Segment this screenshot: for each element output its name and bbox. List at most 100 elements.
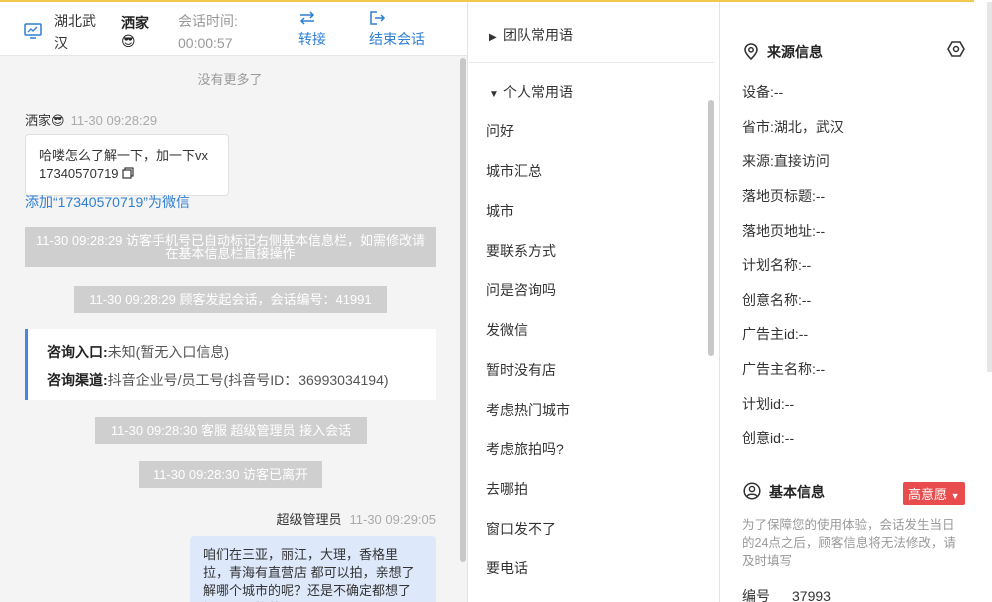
- copy-icon[interactable]: [122, 167, 134, 179]
- field-landing-url: 落地页地址:--: [742, 221, 825, 241]
- visitor-name: 洒家😎: [121, 15, 149, 49]
- phrase-item[interactable]: 考虑热门城市: [486, 400, 570, 420]
- visitor-message-bubble: 哈喽怎么了解一下，加一下vx 17340570719: [25, 134, 229, 196]
- system-message-session-start: 11-30 09:28:29 顾客发起会话，会话编号：41991: [74, 286, 387, 313]
- transfer-icon: [299, 11, 315, 25]
- field-advertiser-name: 广告主名称:--: [742, 359, 825, 379]
- field-label: 计划名称:: [742, 257, 802, 273]
- transfer-button[interactable]: 转接: [298, 10, 326, 50]
- intent-level-value: 高意愿: [908, 487, 948, 502]
- user-icon: [743, 482, 761, 500]
- transfer-label: 转接: [298, 31, 326, 47]
- phrase-item[interactable]: 发微信: [486, 320, 528, 340]
- basic-info-title: 基本信息: [743, 482, 825, 502]
- field-value: --: [815, 361, 826, 377]
- caret-right-icon: ▶: [489, 32, 497, 43]
- field-creative-id: 创意id:--: [742, 428, 794, 448]
- field-label: 设备:: [742, 84, 774, 100]
- edit-notice: 为了保障您的使用体验，会话发生当日的24点之后，顾客信息将无法修改，请及时填写: [742, 518, 956, 568]
- id-value: 37993: [792, 588, 831, 602]
- phrase-item[interactable]: 去哪拍: [486, 479, 528, 499]
- visitor-location: 湖北武汉: [54, 13, 96, 51]
- field-device: 设备:--: [742, 82, 783, 102]
- caret-down-icon: ▼: [950, 491, 960, 501]
- field-value: 直接访问: [773, 153, 830, 169]
- field-label: 落地页地址:: [742, 223, 816, 239]
- intent-level-dropdown[interactable]: 高意愿 ▼: [903, 482, 965, 505]
- channel-label: 咨询渠道:: [47, 372, 108, 388]
- visitor-message-name: 洒家😎: [25, 113, 65, 128]
- visitor-message-time: 11-30 09:28:29: [70, 113, 158, 128]
- field-value: --: [815, 223, 826, 239]
- caret-down-icon: ▼: [489, 89, 499, 100]
- phrase-item[interactable]: 考虑旅拍吗?: [486, 439, 564, 459]
- field-plan-name: 计划名称:--: [742, 255, 811, 275]
- field-label: 省市:: [742, 119, 774, 135]
- field-value: --: [801, 257, 812, 273]
- field-province-city: 省市:湖北，武汉: [742, 117, 844, 137]
- info-scrollbar[interactable]: [987, 2, 992, 372]
- phone-number: 17340570719: [39, 166, 119, 181]
- phrases-panel: ▶ 团队常用语 ▼ 个人常用语 问好 城市汇总 城市 要联系方式 问是咨询吗 发微信…: [469, 2, 720, 602]
- session-time-label: 会话时间:: [178, 13, 238, 29]
- system-message-phone-marked: 11-30 09:28:29 访客手机号已自动标记右侧基本信息栏，如需修改请在基…: [25, 227, 436, 267]
- field-label: 落地页标题:: [742, 188, 816, 204]
- field-label: 创意id:: [742, 430, 785, 446]
- field-value: --: [798, 326, 809, 342]
- field-plan-id: 计划id:--: [742, 394, 794, 414]
- personal-phrases-label: 个人常用语: [503, 84, 573, 100]
- basic-info-title-text: 基本信息: [769, 484, 825, 500]
- agent-message-time: 11-30 09:29:05: [349, 512, 437, 527]
- agent-message-name: 超级管理员: [276, 512, 342, 527]
- team-phrases-group[interactable]: ▶ 团队常用语: [489, 25, 573, 45]
- field-creative-name: 创意名称:--: [742, 290, 811, 310]
- field-value: --: [784, 396, 795, 412]
- divider: [469, 62, 714, 63]
- session-time: 00:00:57: [178, 35, 233, 51]
- field-label: 计划id:: [742, 396, 785, 412]
- field-label: 广告主名称:: [742, 361, 816, 377]
- message-list: 没有更多了 洒家😎 11-30 09:28:29 哈喽怎么了解一下，加一下vx 1…: [0, 57, 460, 602]
- settings-icon[interactable]: [947, 40, 965, 58]
- channel-value: 抖音企业号/员工号(抖音号ID：36993034194): [107, 372, 389, 388]
- personal-phrases-group[interactable]: ▼ 个人常用语: [489, 82, 573, 102]
- field-value: --: [784, 430, 795, 446]
- phrase-item[interactable]: 城市: [486, 201, 514, 221]
- no-more-text: 没有更多了: [197, 72, 263, 87]
- field-label: 来源:: [742, 153, 774, 169]
- source-info-title: 来源信息: [743, 42, 823, 62]
- chat-scrollbar[interactable]: [460, 58, 466, 562]
- chat-header: 湖北武汉 洒家😎 会话时间: 00:00:57 转接 结束会话: [0, 2, 467, 56]
- info-panel: 来源信息 设备:-- 省市:湖北，武汉 来源:直接访问 落地页标题:-- 落地页…: [721, 2, 992, 602]
- entry-value: 未知(暂无入口信息): [107, 344, 229, 360]
- monitor-icon: [24, 23, 42, 39]
- field-source: 来源:直接访问: [742, 151, 830, 171]
- end-session-button[interactable]: 结束会话: [369, 10, 425, 50]
- entry-info-card: 咨询入口:未知(暂无入口信息) 咨询渠道:抖音企业号/员工号(抖音号ID：369…: [25, 329, 436, 400]
- field-advertiser-id: 广告主id:--: [742, 324, 808, 344]
- phrase-item[interactable]: 城市汇总: [486, 161, 542, 181]
- agent-message-bubble: 咱们在三亚，丽江，大理，香格里拉，青海有直营店 都可以拍，亲想了解哪个城市的呢？…: [190, 536, 436, 602]
- field-value: --: [801, 292, 812, 308]
- phrase-item[interactable]: 要电话: [486, 558, 528, 578]
- end-session-label: 结束会话: [369, 31, 425, 47]
- field-value: --: [815, 188, 826, 204]
- phrase-item[interactable]: 问好: [486, 121, 514, 141]
- visitor-message-line2: 17340570719: [39, 165, 215, 183]
- phrase-item[interactable]: 要联系方式: [486, 241, 556, 261]
- visitor-message-line1: 哈喽怎么了解一下，加一下vx: [39, 148, 209, 163]
- phrase-item[interactable]: 问是咨询吗: [486, 280, 556, 300]
- channel-row: 咨询渠道:抖音企业号/员工号(抖音号ID：36993034194): [47, 366, 436, 394]
- field-id: 编号 37993: [742, 586, 831, 602]
- entry-label: 咨询入口:: [47, 344, 108, 360]
- phrase-item[interactable]: 窗口发不了: [486, 519, 556, 539]
- agent-message-header: 超级管理员 11-30 09:29:05: [276, 509, 436, 528]
- system-message-visitor-left: 11-30 09:28:30 访客已离开: [139, 461, 322, 488]
- id-label: 编号: [742, 588, 770, 602]
- phrase-item[interactable]: 暂时没有店: [486, 360, 556, 380]
- add-wechat-link[interactable]: 添加“17340570719”为微信: [25, 192, 190, 212]
- entry-row: 咨询入口:未知(暂无入口信息): [47, 338, 436, 366]
- phrases-scrollbar[interactable]: [708, 100, 714, 356]
- location-pin-icon: [744, 43, 758, 61]
- source-info-title-text: 来源信息: [767, 44, 823, 60]
